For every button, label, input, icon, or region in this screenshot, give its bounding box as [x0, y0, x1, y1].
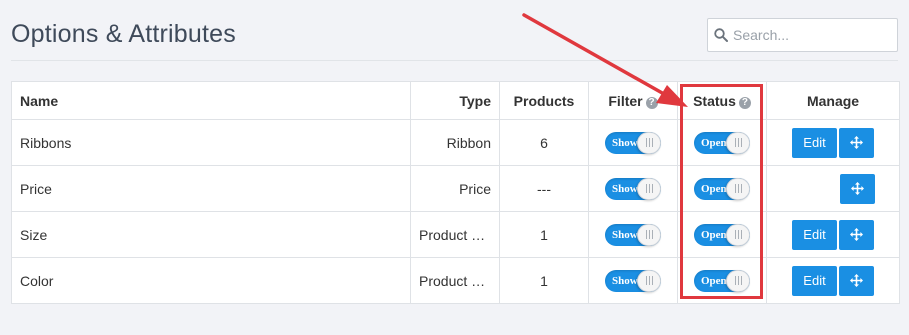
row-name: Size [11, 211, 411, 258]
help-icon[interactable]: ? [645, 96, 658, 109]
table-row: Size Product O... 1 Show Open Edit [11, 211, 900, 258]
move-arrows-icon [850, 136, 863, 149]
status-toggle-label: Open [701, 274, 727, 287]
help-icon[interactable]: ? [738, 96, 751, 109]
move-button[interactable] [839, 173, 875, 204]
row-manage-cell: Edit [766, 211, 900, 258]
toggle-knob [726, 131, 750, 154]
row-filter-cell: Show [588, 211, 678, 258]
toggle-knob [637, 177, 661, 200]
row-status-cell: Open [677, 165, 767, 212]
column-header-status: Status? [677, 81, 767, 120]
toggle-knob [637, 269, 661, 292]
toggle-knob [726, 269, 750, 292]
title-divider [11, 60, 898, 61]
column-header-filter: Filter? [588, 81, 678, 120]
toggle-knob [726, 223, 750, 246]
search-box[interactable] [707, 18, 898, 52]
filter-toggle[interactable]: Show [605, 269, 661, 292]
row-products: 1 [499, 257, 589, 304]
filter-toggle-label: Show [612, 228, 638, 241]
move-arrows-icon [850, 274, 863, 287]
filter-toggle-label: Show [612, 274, 638, 287]
move-button[interactable] [839, 127, 874, 158]
filter-toggle[interactable]: Show [605, 177, 661, 200]
row-filter-cell: Show [588, 119, 678, 166]
page-title: Options & Attributes [11, 20, 236, 48]
row-status-cell: Open [677, 119, 767, 166]
table-header-row: Name Type Products Filter? Status? Manag… [11, 81, 900, 120]
filter-toggle-label: Show [612, 136, 638, 149]
row-name: Ribbons [11, 119, 411, 166]
row-type: Product O... [410, 257, 500, 304]
move-arrows-icon [850, 182, 864, 195]
edit-button[interactable]: Edit [792, 265, 837, 296]
table-row: Color Product O... 1 Show Open Edit [11, 257, 900, 304]
column-header-name[interactable]: Name [11, 81, 411, 120]
row-filter-cell: Show [588, 165, 678, 212]
toggle-knob [726, 177, 750, 200]
status-toggle[interactable]: Open [694, 131, 750, 154]
filter-toggle[interactable]: Show [605, 223, 661, 246]
row-status-cell: Open [677, 257, 767, 304]
table-row: Ribbons Ribbon 6 Show Open Edit [11, 119, 900, 166]
toggle-knob [637, 223, 661, 246]
row-name: Price [11, 165, 411, 212]
column-header-type[interactable]: Type [410, 81, 500, 120]
toggle-knob [637, 131, 661, 154]
status-toggle-label: Open [701, 136, 727, 149]
column-header-status-label: Status [693, 92, 736, 109]
row-manage-cell: Edit [766, 257, 900, 304]
filter-toggle[interactable]: Show [605, 131, 661, 154]
edit-button[interactable]: Edit [792, 127, 837, 158]
status-toggle-label: Open [701, 228, 727, 241]
row-products: --- [499, 165, 589, 212]
row-filter-cell: Show [588, 257, 678, 304]
row-name: Color [11, 257, 411, 304]
edit-button[interactable]: Edit [792, 219, 837, 250]
status-toggle[interactable]: Open [694, 269, 750, 292]
row-type: Price [410, 165, 500, 212]
move-button[interactable] [839, 265, 874, 296]
move-arrows-icon [850, 228, 863, 241]
search-input[interactable] [733, 27, 893, 43]
column-header-manage: Manage [766, 81, 900, 120]
column-header-filter-label: Filter [608, 92, 643, 109]
move-button[interactable] [839, 219, 874, 250]
status-toggle[interactable]: Open [694, 223, 750, 246]
row-manage-cell [766, 165, 900, 212]
row-status-cell: Open [677, 211, 767, 258]
status-toggle-label: Open [701, 182, 727, 195]
row-type: Product O... [410, 211, 500, 258]
search-icon [714, 28, 728, 42]
row-products: 6 [499, 119, 589, 166]
column-header-products[interactable]: Products [499, 81, 589, 120]
attributes-table: Name Type Products Filter? Status? Manag… [11, 81, 900, 304]
filter-toggle-label: Show [612, 182, 638, 195]
table-row: Price Price --- Show Open [11, 165, 900, 212]
row-type: Ribbon [410, 119, 500, 166]
row-manage-cell: Edit [766, 119, 900, 166]
status-toggle[interactable]: Open [694, 177, 750, 200]
row-products: 1 [499, 211, 589, 258]
